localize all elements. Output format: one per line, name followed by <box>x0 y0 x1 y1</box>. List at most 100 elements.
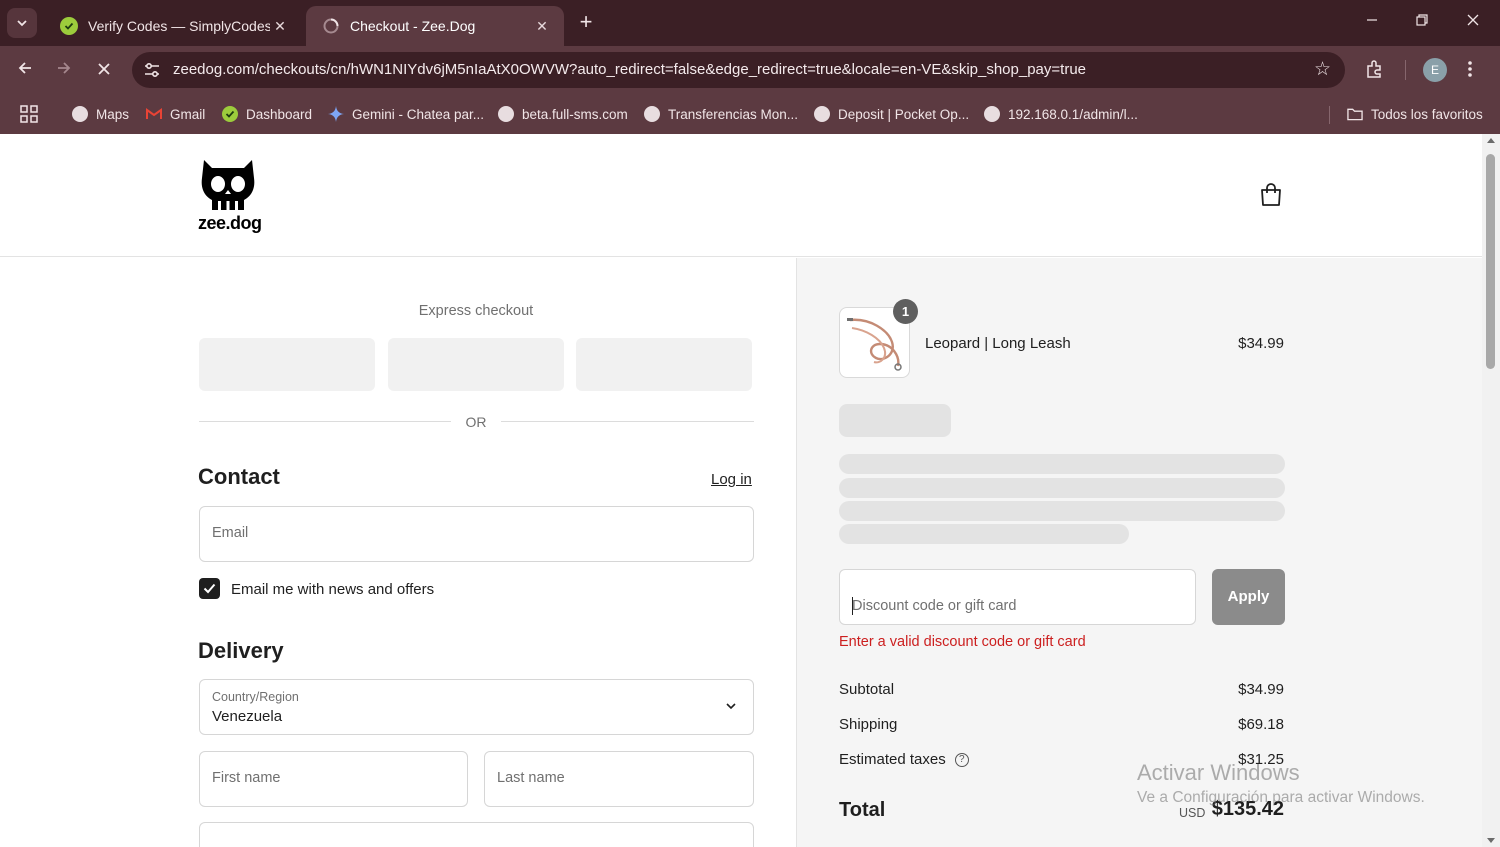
bookmark-label: Todos los favoritos <box>1371 106 1483 122</box>
simplycodes-icon <box>222 106 238 122</box>
minimize-icon[interactable] <box>1360 10 1384 34</box>
back-icon[interactable] <box>11 56 39 84</box>
bookmark-label: 192.168.0.1/admin/l... <box>1008 106 1138 122</box>
discount-code-input[interactable]: Discount code or gift card <box>839 569 1196 625</box>
email-placeholder: Email <box>212 525 249 541</box>
forward-icon[interactable] <box>50 56 78 84</box>
checkmark-icon <box>203 583 216 594</box>
scroll-thumb[interactable] <box>1486 154 1495 369</box>
scroll-down-arrow-icon[interactable] <box>1487 838 1495 843</box>
express-pay-button-1[interactable] <box>199 338 375 391</box>
bookmarks-bar: Maps Gmail Dashboard Gemini - Chatea par… <box>0 94 1500 134</box>
menu-icon[interactable] <box>1467 60 1473 83</box>
address-field[interactable] <box>199 822 754 847</box>
tab-title: Verify Codes — SimplyCodes <box>88 18 270 34</box>
shipping-label: Shipping <box>839 716 898 733</box>
apply-discount-button[interactable]: Apply <box>1212 569 1285 625</box>
bookmark-pocket-option[interactable]: Deposit | Pocket Op... <box>814 103 969 125</box>
tab-simplycodes[interactable]: Verify Codes — SimplyCodes ✕ <box>44 6 302 46</box>
bookmark-label: Deposit | Pocket Op... <box>838 106 970 122</box>
bookmark-label: beta.full-sms.com <box>522 106 628 122</box>
first-name-placeholder: First name <box>212 770 281 786</box>
bookmark-label: Maps <box>96 106 130 122</box>
new-tab-icon[interactable]: + <box>574 10 598 36</box>
scroll-up-arrow-icon[interactable] <box>1487 138 1495 143</box>
browser-toolbar: zeedog.com/checkouts/cn/hWN1NIYdv6jM5nIa… <box>0 46 1500 94</box>
taxes-label: Estimated taxes <box>839 751 946 768</box>
bookmark-label: Dashboard <box>246 106 313 122</box>
last-name-field[interactable]: Last name <box>484 751 754 807</box>
loading-skeleton <box>839 501 1285 521</box>
tab-title: Checkout - Zee.Dog <box>350 18 476 34</box>
tab-strip: Verify Codes — SimplyCodes ✕ Checkout - … <box>0 0 1500 46</box>
tab-search-button[interactable] <box>7 8 37 38</box>
first-name-field[interactable]: First name <box>199 751 468 807</box>
subtotal-label: Subtotal <box>839 681 895 698</box>
close-tab-icon[interactable]: ✕ <box>270 18 290 35</box>
gmail-icon <box>146 106 162 122</box>
bookmark-gmail[interactable]: Gmail <box>146 103 205 125</box>
url-text: zeedog.com/checkouts/cn/hWN1NIYdv6jM5nIa… <box>173 61 1087 78</box>
loading-spinner-icon <box>322 17 340 35</box>
zeedog-logo[interactable]: zee.dog <box>198 156 262 236</box>
bookmarks-divider <box>1329 106 1330 124</box>
total-label: Total <box>839 799 886 821</box>
login-link[interactable]: Log in <box>711 471 752 488</box>
product-name: Leopard | Long Leash <box>925 335 1071 352</box>
divider <box>501 421 754 422</box>
loading-skeleton <box>839 454 1285 474</box>
product-price: $34.99 <box>1238 335 1284 352</box>
express-pay-button-2[interactable] <box>388 338 564 391</box>
chevron-down-icon <box>17 20 27 27</box>
bookmark-gemini[interactable]: Gemini - Chatea par... <box>328 103 484 125</box>
bookmark-router-admin[interactable]: 192.168.0.1/admin/l... <box>984 103 1138 125</box>
bookmark-dashboard[interactable]: Dashboard <box>222 103 312 125</box>
checkout-form: Express checkout OR Contact Log in Email… <box>0 258 796 847</box>
shipping-value: $69.18 <box>1238 716 1284 733</box>
windows-activation-title: Activar Windows <box>1137 760 1300 785</box>
globe-icon <box>498 106 514 122</box>
globe-icon <box>644 106 660 122</box>
folder-icon <box>1347 106 1363 122</box>
bookmark-full-sms[interactable]: beta.full-sms.com <box>498 103 628 125</box>
all-bookmarks-folder[interactable]: Todos los favoritos <box>1347 103 1483 125</box>
subtotal-value: $34.99 <box>1238 681 1284 698</box>
divider <box>199 421 451 422</box>
profile-avatar[interactable]: E <box>1423 58 1447 82</box>
or-divider-label: OR <box>465 414 487 430</box>
toolbar-divider <box>1405 60 1406 80</box>
chevron-down-icon <box>726 703 736 710</box>
stop-loading-icon[interactable] <box>90 56 118 84</box>
shopping-bag-icon[interactable] <box>1258 182 1284 208</box>
express-pay-button-3[interactable] <box>576 338 752 391</box>
skull-logo-icon <box>201 160 255 210</box>
address-bar[interactable]: zeedog.com/checkouts/cn/hWN1NIYdv6jM5nIa… <box>132 52 1345 88</box>
page-scrollbar[interactable] <box>1482 134 1500 847</box>
tab-checkout-zeedog[interactable]: Checkout - Zee.Dog ✕ <box>306 6 564 46</box>
quantity-badge: 1 <box>893 299 918 324</box>
order-summary: 1 Leopard | Long Leash $34.99 Discount c… <box>796 258 1482 847</box>
express-checkout-title: Express checkout <box>418 303 534 319</box>
site-settings-icon[interactable] <box>142 60 162 80</box>
extensions-icon[interactable] <box>1364 58 1386 85</box>
simplycodes-icon <box>60 17 78 35</box>
country-select[interactable]: Country/Region Venezuela <box>199 679 754 735</box>
restore-icon[interactable] <box>1410 10 1434 34</box>
loading-skeleton <box>839 404 951 437</box>
bookmark-label: Transferencias Mon... <box>668 106 799 122</box>
newsletter-checkbox[interactable] <box>199 578 220 599</box>
contact-heading: Contact <box>198 464 280 489</box>
close-tab-icon[interactable]: ✕ <box>532 18 552 35</box>
windows-activation-subtitle: Ve a Configuración para activar Windows. <box>1137 789 1425 806</box>
help-icon[interactable]: ? <box>954 752 969 767</box>
apps-icon[interactable] <box>20 103 38 125</box>
gemini-icon <box>328 106 344 122</box>
bookmark-transferencias[interactable]: Transferencias Mon... <box>644 103 798 125</box>
email-field[interactable]: Email <box>199 506 754 562</box>
bookmark-star-icon[interactable]: ☆ <box>1314 58 1331 81</box>
newsletter-label: Email me with news and offers <box>231 581 435 598</box>
bookmark-maps[interactable]: Maps <box>72 103 129 125</box>
delivery-heading: Delivery <box>198 638 284 663</box>
globe-icon <box>984 106 1000 122</box>
close-window-icon[interactable] <box>1461 10 1485 34</box>
